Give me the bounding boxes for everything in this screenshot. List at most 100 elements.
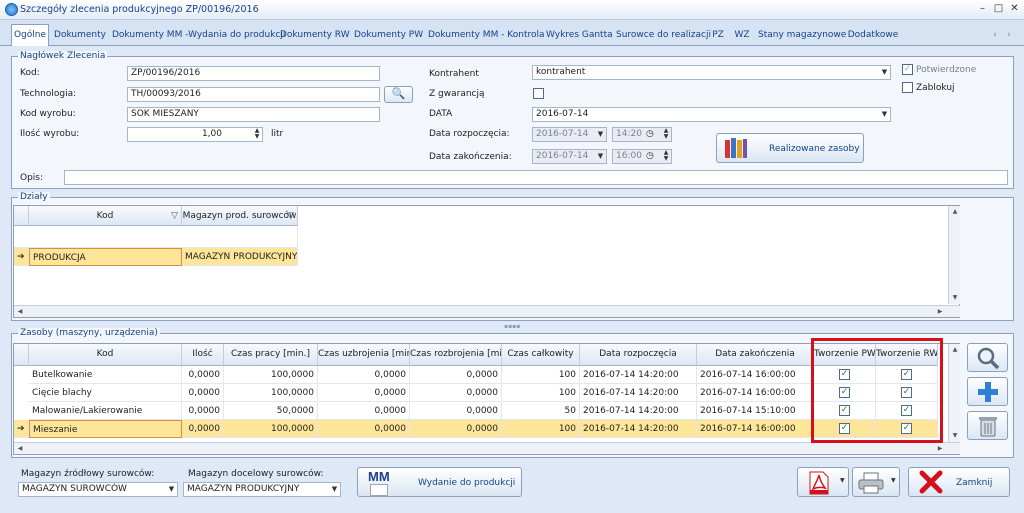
zasoby-cell-ilosc[interactable]: 0,0000 [182, 420, 224, 438]
tab-dokumenty-pw[interactable]: Dokumenty PW [354, 25, 423, 46]
dzialy-col-kod[interactable]: Kod ▽ [29, 206, 182, 226]
zasoby-cell-data-rozpoczecia[interactable]: 2016-07-14 14:20:00 [580, 366, 697, 384]
zasoby-cell-kod[interactable]: Butelkowanie [29, 366, 182, 384]
zasoby-cell-czas-uzbrojenia[interactable]: 0,0000 [318, 402, 410, 420]
print-button[interactable]: ▼ [852, 467, 900, 497]
realizowane-zasoby-button[interactable]: Realizowane zasoby [716, 133, 864, 163]
zasoby-cell-data-zakonczenia[interactable]: 2016-07-14 15:10:00 [697, 402, 814, 420]
zasoby-col-data-rozpoczecia[interactable]: Data rozpoczęcia [580, 344, 697, 366]
ilosc-wyrobu-stepper[interactable]: 1,00 ▲ ▼ [127, 127, 263, 142]
chevron-down-icon[interactable]: ▼ [840, 477, 845, 484]
kod-field[interactable]: ZP/00196/2016 [127, 66, 380, 81]
zasoby-cell-czas-calkowity[interactable]: 100 [502, 366, 580, 384]
start-time-field[interactable]: 14:20 ◷ ▲ ▼ [612, 127, 672, 142]
data-select[interactable]: 2016-07-14 ▼ [532, 107, 891, 122]
zasoby-col-kod[interactable]: Kod [29, 344, 182, 366]
wydanie-do-produkcji-button[interactable]: MM Wydanie do produkcji [357, 467, 522, 497]
zasoby-cell-czas-uzbrojenia[interactable]: 0,0000 [318, 366, 410, 384]
stepper-arrows-icon[interactable]: ▲ ▼ [661, 150, 671, 163]
zasoby-cell-czas-calkowity[interactable]: 100 [502, 384, 580, 402]
zasoby-cell-czas-pracy[interactable]: 100,0000 [224, 420, 318, 438]
tab-surowce[interactable]: Surowce do realizacji [616, 25, 711, 46]
zasoby-cell-kod[interactable]: Mieszanie [29, 420, 182, 438]
maximize-button[interactable]: □ [992, 3, 1005, 15]
tab-ogolne[interactable]: Ogólne [11, 24, 49, 46]
zasoby-cell-data-rozpoczecia[interactable]: 2016-07-14 14:20:00 [580, 402, 697, 420]
tab-scroll-right-icon[interactable]: › [1004, 25, 1014, 46]
zasoby-cell-data-zakonczenia[interactable]: 2016-07-14 16:00:00 [697, 420, 814, 438]
filter-icon[interactable]: ▽ [287, 206, 294, 225]
export-pdf-button[interactable]: ▼ [797, 467, 849, 497]
chevron-down-icon[interactable]: ▼ [891, 477, 896, 484]
opis-field[interactable] [64, 170, 1008, 185]
dzialy-vertical-scrollbar[interactable]: ▲ ▼ [948, 206, 960, 304]
zasoby-cell-ilosc[interactable]: 0,0000 [182, 402, 224, 420]
stepper-arrows-icon[interactable]: ▲ ▼ [252, 128, 262, 141]
close-window-button[interactable]: ✕ [1008, 3, 1021, 15]
start-date-field[interactable]: 2016-07-14 ▼ [532, 127, 607, 142]
zasoby-col-czas-pracy[interactable]: Czas pracy [min.] [224, 344, 318, 366]
filter-icon[interactable]: ▽ [171, 206, 178, 225]
tab-scroll-left-icon[interactable]: ‹ [990, 25, 1000, 46]
zasoby-cell-czas-rozbrojenia[interactable]: 0,0000 [410, 366, 502, 384]
zasoby-cell-data-rozpoczecia[interactable]: 2016-07-14 14:20:00 [580, 384, 697, 402]
clock-icon: ◷ [646, 129, 654, 139]
zasoby-cell-ilosc[interactable]: 0,0000 [182, 384, 224, 402]
zasoby-cell-czas-pracy[interactable]: 100,0000 [224, 384, 318, 402]
splitter-grip[interactable]: ▪▪▪▪ [504, 323, 520, 330]
gwarancja-checkbox[interactable] [533, 88, 544, 99]
potwierdzone-checkbox[interactable]: ✓ [902, 64, 913, 75]
stepper-arrows-icon[interactable]: ▲ ▼ [661, 128, 671, 141]
zablokuj-checkbox[interactable] [902, 82, 913, 93]
dzialy-cell-magazyn[interactable]: MAGAZYN PRODUKCYJNY [182, 248, 298, 266]
zasoby-cell-czas-pracy[interactable]: 100,0000 [224, 366, 318, 384]
zasoby-cell-czas-uzbrojenia[interactable]: 0,0000 [318, 420, 410, 438]
zamknij-button[interactable]: Zamknij [908, 467, 1010, 497]
zasoby-cell-czas-rozbrojenia[interactable]: 0,0000 [410, 420, 502, 438]
zasoby-col-czas-rozbrojenia[interactable]: Czas rozbrojenia [min.] [410, 344, 502, 366]
zasoby-cell-czas-calkowity[interactable]: 100 [502, 420, 580, 438]
tab-dodatkowe[interactable]: Dodatkowe [846, 25, 900, 46]
technologia-field[interactable]: TH/00093/2016 [127, 87, 380, 102]
tab-dokumenty-mm-wydania[interactable]: Dokumenty MM -Wydania do produkcji [112, 25, 285, 46]
zasoby-col-data-zakonczenia[interactable]: Data zakończenia [697, 344, 814, 366]
tab-dokumenty[interactable]: Dokumenty [54, 25, 106, 46]
end-time-field[interactable]: 16:00 ◷ ▲ ▼ [612, 149, 672, 164]
zasoby-cell-data-zakonczenia[interactable]: 2016-07-14 16:00:00 [697, 384, 814, 402]
end-date-field[interactable]: 2016-07-14 ▼ [532, 149, 607, 164]
zasoby-horizontal-scrollbar[interactable]: ◀ ▶ [14, 442, 960, 454]
zasoby-col-czas-calkowity[interactable]: Czas całkowity [502, 344, 580, 366]
tab-wykres-gantta[interactable]: Wykres Gantta [546, 25, 613, 46]
add-button[interactable] [967, 377, 1008, 406]
zasoby-col-czas-uzbrojenia[interactable]: Czas uzbrojenia [min.] [318, 344, 410, 366]
dzialy-cell-kod[interactable]: PRODUKCJA [29, 248, 182, 266]
tab-dokumenty-mm-kontrola[interactable]: Dokumenty MM - Kontrola [428, 25, 545, 46]
zasoby-cell-data-rozpoczecia[interactable]: 2016-07-14 14:20:00 [580, 420, 697, 438]
technologia-search-button[interactable]: 🔍 [384, 86, 413, 103]
dzialy-horizontal-scrollbar[interactable]: ◀ ▶ [14, 305, 960, 317]
zasoby-vertical-scrollbar[interactable]: ▲ ▼ [948, 344, 960, 442]
zasoby-cell-czas-uzbrojenia[interactable]: 0,0000 [318, 384, 410, 402]
kod-wyrobu-field[interactable]: SOK MIESZANY [127, 107, 380, 122]
docelowy-select[interactable]: MAGAZYN PRODUKCYJNY ▼ [183, 482, 341, 497]
zasoby-cell-ilosc[interactable]: 0,0000 [182, 366, 224, 384]
zasoby-col-ilosc[interactable]: Ilość [182, 344, 224, 366]
delete-button[interactable] [967, 411, 1008, 440]
tab-dokumenty-rw[interactable]: Dokumenty RW [280, 25, 350, 46]
kontrahent-select[interactable]: kontrahent ▼ [532, 65, 891, 80]
filter-row[interactable] [14, 228, 298, 248]
zasoby-cell-czas-pracy[interactable]: 50,0000 [224, 402, 318, 420]
zrodlowy-select[interactable]: MAGAZYN SUROWCÓW ▼ [18, 482, 178, 497]
dzialy-col-magazyn[interactable]: Magazyn prod. surowców ▽ [182, 206, 298, 226]
tab-stany-magazynowe[interactable]: Stany magazynowe [758, 25, 846, 46]
zasoby-cell-kod[interactable]: Cięcie blachy [29, 384, 182, 402]
zasoby-cell-czas-calkowity[interactable]: 50 [502, 402, 580, 420]
zasoby-cell-kod[interactable]: Malowanie/Lakierowanie [29, 402, 182, 420]
tab-pz[interactable]: PZ [710, 25, 726, 46]
zasoby-cell-czas-rozbrojenia[interactable]: 0,0000 [410, 384, 502, 402]
minimize-button[interactable]: – [976, 3, 989, 15]
zasoby-cell-czas-rozbrojenia[interactable]: 0,0000 [410, 402, 502, 420]
zoom-button[interactable] [967, 343, 1008, 372]
tab-wz[interactable]: WZ [734, 25, 750, 46]
zasoby-cell-data-zakonczenia[interactable]: 2016-07-14 16:00:00 [697, 366, 814, 384]
